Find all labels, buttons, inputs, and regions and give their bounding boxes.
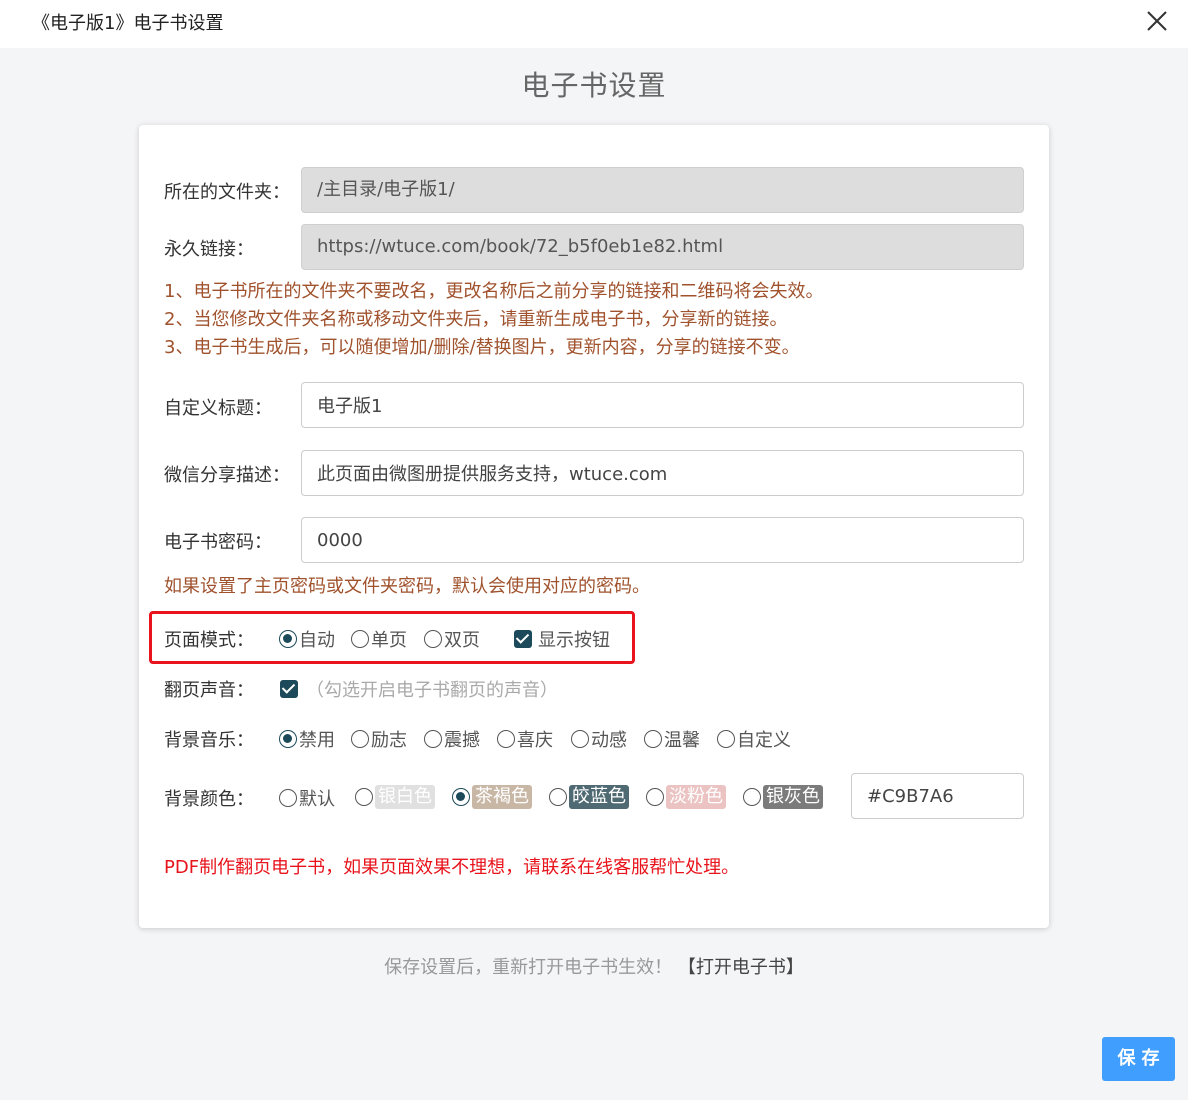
checkbox-checked-icon[interactable] <box>280 680 298 698</box>
open-ebook-link[interactable]: 【打开电子书】 <box>678 957 804 978</box>
bg-music-option[interactable]: 自定义 <box>717 726 791 752</box>
bg-color-option-default[interactable]: 默认 <box>279 785 335 811</box>
bg-color-option-light-pink[interactable]: 淡粉色 <box>646 785 726 809</box>
bg-music-option[interactable]: 温馨 <box>644 726 700 752</box>
title-bar: 《电子版1》电子书设置 <box>0 0 1188 48</box>
permalink-field[interactable]: https://wtuce.com/book/72_b5f0eb1e82.htm… <box>301 224 1024 270</box>
wechat-desc-input[interactable] <box>301 450 1024 496</box>
permalink-label: 永久链接： <box>164 239 254 260</box>
window-title: 《电子版1》电子书设置 <box>32 13 224 34</box>
custom-title-input[interactable] <box>301 382 1024 428</box>
radio-icon[interactable] <box>279 789 297 807</box>
bg-music-label: 背景音乐： <box>164 730 254 751</box>
note-line-3: 3、电子书生成后，可以随便增加/删除/替换图片，更新内容，分享的链接不变。 <box>164 337 800 358</box>
bg-music-option[interactable]: 禁用 <box>279 726 335 752</box>
radio-selected-icon[interactable] <box>279 730 297 748</box>
radio-icon[interactable] <box>646 788 664 806</box>
radio-icon[interactable] <box>571 730 589 748</box>
password-note: 如果设置了主页密码或文件夹密码，默认会使用对应的密码。 <box>164 576 650 597</box>
radio-icon[interactable] <box>644 730 662 748</box>
flip-sound-checkbox[interactable]: （勾选开启电子书翻页的声音） <box>280 676 558 702</box>
bg-color-option-silver-white[interactable]: 银白色 <box>355 785 435 809</box>
pdf-warning: PDF制作翻页电子书，如果页面效果不理想，请联系在线客服帮忙处理。 <box>164 857 740 878</box>
highlight-box <box>149 611 635 664</box>
password-input[interactable] <box>301 517 1024 563</box>
bg-music-option[interactable]: 励志 <box>351 726 407 752</box>
folder-label: 所在的文件夹： <box>164 182 290 203</box>
save-button[interactable]: 保存 <box>1102 1037 1175 1081</box>
password-label: 电子书密码： <box>164 532 272 553</box>
bg-color-option-bright-blue[interactable]: 皎蓝色 <box>549 785 629 809</box>
radio-icon[interactable] <box>355 788 373 806</box>
bg-color-option-silver-gray[interactable]: 银灰色 <box>743 785 823 809</box>
note-line-1: 1、电子书所在的文件夹不要改名，更改名称后之前分享的链接和二维码将会失效。 <box>164 281 824 302</box>
radio-icon[interactable] <box>424 730 442 748</box>
wechat-desc-label: 微信分享描述： <box>164 465 290 486</box>
footer-tip: 保存设置后，重新打开电子书生效！ 【打开电子书】 <box>384 957 804 978</box>
radio-icon[interactable] <box>549 788 567 806</box>
bg-color-label: 背景颜色： <box>164 789 254 810</box>
bg-color-hex-input[interactable] <box>851 773 1024 819</box>
radio-icon[interactable] <box>497 730 515 748</box>
close-icon[interactable] <box>1143 7 1171 35</box>
radio-icon[interactable] <box>717 730 735 748</box>
bg-color-option-tea-brown[interactable]: 茶褐色 <box>452 785 532 809</box>
radio-selected-icon[interactable] <box>452 788 470 806</box>
radio-icon[interactable] <box>351 730 369 748</box>
settings-card: 所在的文件夹： /主目录/电子版1/ 永久链接： https://wtuce.c… <box>139 125 1049 928</box>
bg-music-option[interactable]: 喜庆 <box>497 726 553 752</box>
note-line-2: 2、当您修改文件夹名称或移动文件夹后，请重新生成电子书，分享新的链接。 <box>164 309 788 330</box>
bg-music-option[interactable]: 震撼 <box>424 726 480 752</box>
flip-sound-label: 翻页声音： <box>164 680 254 701</box>
radio-icon[interactable] <box>743 788 761 806</box>
bg-music-option[interactable]: 动感 <box>571 726 627 752</box>
folder-field: /主目录/电子版1/ <box>301 167 1024 213</box>
custom-title-label: 自定义标题： <box>164 398 272 419</box>
page-heading: 电子书设置 <box>521 69 667 102</box>
